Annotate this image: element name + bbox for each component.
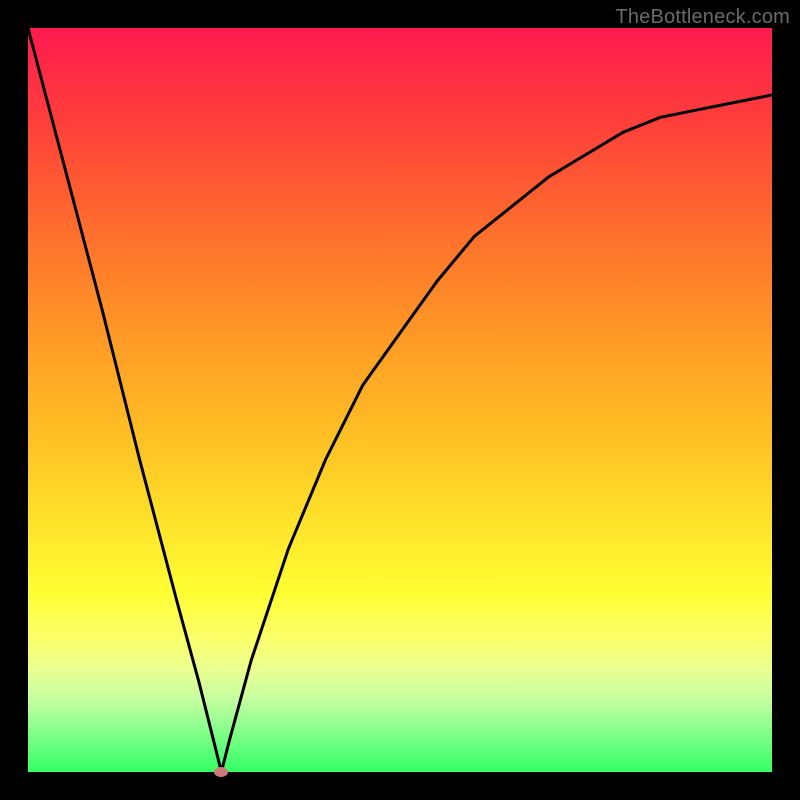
optimal-point-marker <box>214 767 228 777</box>
bottleneck-curve <box>28 28 772 772</box>
watermark-text: TheBottleneck.com <box>615 6 790 29</box>
plot-area <box>28 28 772 772</box>
chart-frame: TheBottleneck.com <box>0 0 800 800</box>
curve-path <box>28 28 772 772</box>
